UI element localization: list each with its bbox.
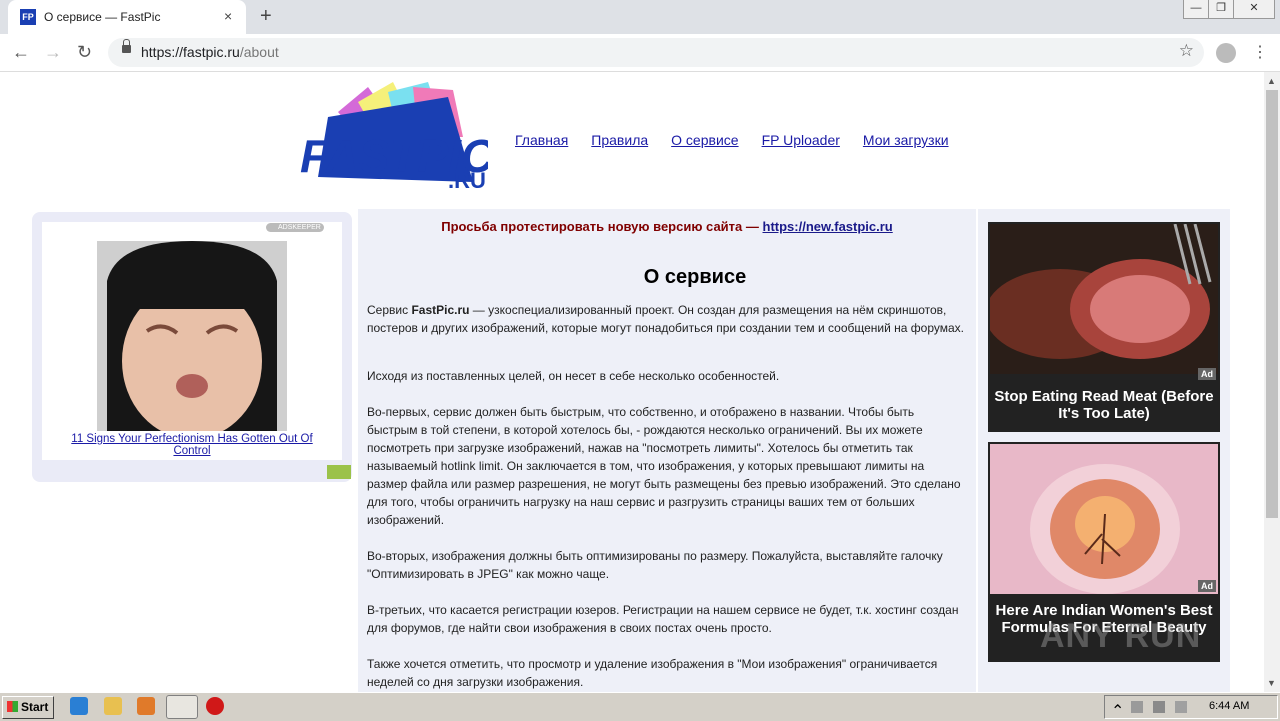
page-scrollbar[interactable]: ▲ ▼ [1264,72,1280,692]
paragraph-third: В-третьих, что касается регистрации юзер… [367,603,959,635]
nav-link-rules[interactable]: Правила [591,132,648,148]
left-ad-panel: ADSKEEPER 11 Signs Your Perfectionism Ha… [32,212,352,482]
nav-link-home[interactable]: Главная [515,132,568,148]
windows-taskbar: Start ⌃ 6:44 AM [0,692,1280,721]
new-site-link[interactable]: https://new.fastpic.ru [763,219,893,234]
intro-prefix: Сервис [367,303,412,317]
url-host: https://fastpic.ru [141,44,240,60]
tray-arrow-icon[interactable]: ⌃ [1111,701,1124,720]
media-player-icon[interactable] [137,697,155,715]
paragraph-features: Исходя из поставленных целей, он несет в… [367,369,780,383]
paragraph-first: Во-первых, сервис должен быть быстрым, ч… [367,405,961,527]
intro-paragraph: Сервис FastPic.ru — узкоспециализированн… [367,301,967,337]
folder-icon[interactable] [104,697,122,715]
clock[interactable]: 6:44 AM [1209,700,1249,712]
forward-icon[interactable]: → [44,42,62,63]
chrome-taskbar-button[interactable] [166,695,198,719]
paragraph-second: Во-вторых, изображения должны быть оптим… [367,549,943,581]
adskeeper-badge: ADSKEEPER [266,223,324,232]
tab-close-icon[interactable]: × [224,8,232,24]
notice-text: Просьба протестировать новую версию сайт… [441,219,763,234]
new-tab-button[interactable]: + [260,5,272,28]
volume-icon[interactable] [1131,701,1143,713]
anyrun-watermark: ANY RUN [1040,617,1202,655]
url-text[interactable]: https://fastpic.ru/about [141,44,279,60]
reload-icon[interactable]: ↻ [77,42,92,63]
browser-tab-strip: FP О сервисе — FastPic × + — ❐ ✕ [0,0,1280,34]
system-tray: ⌃ 6:44 AM [1104,695,1278,720]
paragraph-also: Также хочется отметить, что просмотр и у… [367,657,938,689]
left-ad-caption[interactable]: 11 Signs Your Perfectionism Has Gotten O… [62,433,322,457]
nav-link-my-uploads[interactable]: Мои загрузки [863,132,949,148]
ad-label-2: Ad [1198,580,1216,592]
back-icon[interactable]: ← [12,42,30,63]
ie-icon[interactable] [70,697,88,715]
windows-logo-icon [7,701,18,712]
ad-label-1: Ad [1198,368,1216,380]
main-content: Просьба протестировать новую версию сайт… [358,209,976,692]
nav-link-about[interactable]: О сервисе [671,132,738,148]
scroll-thumb[interactable] [1266,90,1278,518]
browser-tab[interactable]: FP О сервисе — FastPic × [8,0,246,34]
browser-toolbar: ← → ↻ https://fastpic.ru/about ☆ ⋮ [0,34,1280,72]
close-window-button[interactable]: ✕ [1233,0,1275,19]
leaf-icon [327,465,351,479]
intro-brand: FastPic.ru [411,303,470,317]
maximize-button[interactable]: ❐ [1208,0,1234,19]
start-label: Start [21,700,49,714]
flag-icon[interactable] [1175,701,1187,713]
lock-icon [122,39,131,53]
top-navigation: Главная Правила О сервисе FP Uploader Мои за… [515,132,972,148]
minimize-button[interactable]: — [1183,0,1209,19]
network-icon[interactable] [1153,701,1165,713]
right-ad-card-1[interactable]: Ad Stop Eating Read Meat (Before It's To… [988,222,1220,432]
scroll-down-icon[interactable]: ▼ [1267,678,1276,688]
favicon-icon: FP [20,9,36,25]
menu-kebab-icon[interactable]: ⋮ [1252,42,1268,62]
left-ad-card[interactable]: ADSKEEPER 11 Signs Your Perfectionism Ha… [42,222,351,479]
ad-caption-1[interactable]: Stop Eating Read Meat (Before It's Too L… [988,388,1220,422]
url-path: /about [239,44,279,60]
logo-domain: .RU [448,168,486,193]
jelly-image[interactable] [990,444,1218,594]
new-version-notice: Просьба протестировать новую версию сайт… [358,219,976,234]
nav-link-uploader[interactable]: FP Uploader [762,132,840,148]
address-bar[interactable]: https://fastpic.ru/about ☆ [108,38,1204,67]
steak-image[interactable] [990,224,1218,374]
tab-title: О сервисе — FastPic [44,10,161,24]
bookmark-star-icon[interactable]: ☆ [1179,41,1194,61]
opera-icon[interactable] [206,697,224,715]
fastpic-logo[interactable]: FASTPIC .RU [298,82,488,197]
ad-face-image[interactable] [97,241,287,431]
start-button[interactable]: Start [2,696,54,719]
profile-avatar-icon[interactable] [1216,43,1236,63]
page-viewport: FASTPIC .RU Главная Правила О сервисе FP Up… [0,72,1264,692]
page-title: О сервисе [643,266,747,288]
scroll-up-icon[interactable]: ▲ [1267,76,1276,86]
